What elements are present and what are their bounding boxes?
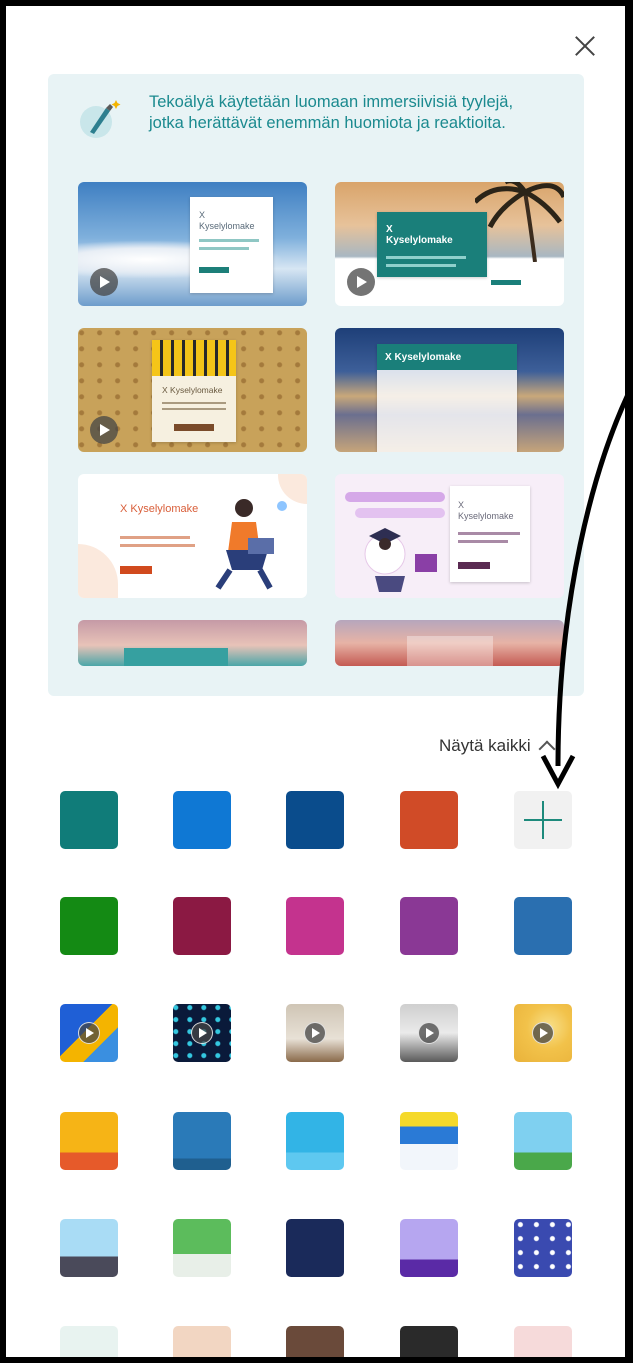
theme-thumb[interactable]	[60, 1112, 118, 1170]
theme-thumb[interactable]	[286, 1112, 344, 1170]
play-icon	[347, 268, 375, 296]
theme-thumb[interactable]	[400, 1112, 458, 1170]
ai-styles-section: Tekoälyä käytetään luomaan immersiivisiä…	[48, 74, 584, 696]
template-card[interactable]: X Kyselylomake	[78, 328, 307, 452]
theme-thumb-video[interactable]	[514, 1004, 572, 1062]
template-card[interactable]	[78, 620, 307, 666]
theme-thumb-video[interactable]	[173, 1004, 231, 1062]
play-icon	[90, 268, 118, 296]
template-card[interactable]: X Kyselylomake	[335, 328, 564, 452]
template-title: X Kyselylomake	[458, 500, 514, 521]
play-icon	[418, 1022, 440, 1044]
template-title: X Kyselylomake	[386, 224, 453, 246]
theme-thumb-video[interactable]	[60, 1004, 118, 1062]
theme-thumb[interactable]	[286, 1326, 344, 1357]
color-swatch-green[interactable]	[60, 897, 118, 955]
brush-sparkle-icon	[80, 100, 121, 138]
play-icon	[191, 1022, 213, 1044]
play-icon	[90, 416, 118, 444]
theme-thumb[interactable]	[514, 1219, 572, 1277]
palm-tree-icon	[475, 182, 564, 262]
theme-thumb[interactable]	[60, 1219, 118, 1277]
play-icon	[532, 1022, 554, 1044]
add-custom-theme-button[interactable]	[514, 791, 572, 849]
play-icon	[78, 1022, 100, 1044]
theme-thumb-video[interactable]	[286, 1004, 344, 1062]
ai-description: Tekoälyä käytetään luomaan immersiivisiä…	[149, 93, 514, 132]
theme-thumb[interactable]	[173, 1219, 231, 1277]
theme-panel: Tekoälyä käytetään luomaan immersiivisiä…	[0, 0, 633, 1363]
template-card[interactable]: X Kyselylomake	[335, 182, 564, 306]
color-swatch-navy[interactable]	[286, 791, 344, 849]
color-swatch-steel-blue[interactable]	[514, 897, 572, 955]
color-swatch-blue[interactable]	[173, 791, 231, 849]
theme-thumb[interactable]	[400, 1326, 458, 1357]
template-card[interactable]	[335, 620, 564, 666]
theme-thumb[interactable]	[514, 1112, 572, 1170]
chevron-up-icon	[538, 740, 556, 758]
play-icon	[304, 1022, 326, 1044]
color-swatch-purple[interactable]	[400, 897, 458, 955]
template-card[interactable]: X Kyselylomake	[78, 182, 307, 306]
theme-thumb-video[interactable]	[400, 1004, 458, 1062]
theme-thumb[interactable]	[173, 1326, 231, 1357]
template-title: X Kyselylomake	[162, 385, 223, 395]
theme-thumb[interactable]	[400, 1219, 458, 1277]
theme-thumb[interactable]	[60, 1326, 118, 1357]
template-card[interactable]: X Kyselylomake	[335, 474, 564, 598]
template-title: X Kyselylomake	[199, 210, 255, 231]
person-illustration-icon	[215, 499, 287, 590]
color-swatch-magenta[interactable]	[286, 897, 344, 955]
theme-thumb[interactable]	[286, 1219, 344, 1277]
color-swatch-crimson[interactable]	[173, 897, 231, 955]
template-card[interactable]: X Kyselylomake	[78, 474, 307, 598]
color-swatch-teal[interactable]	[60, 791, 118, 849]
template-title: X Kyselylomake	[120, 503, 199, 515]
template-title: X Kyselylomake	[385, 352, 462, 363]
student-illustration-icon	[364, 528, 437, 592]
theme-thumb[interactable]	[173, 1112, 231, 1170]
theme-thumb[interactable]	[514, 1326, 572, 1357]
show-all-label: Näytä kaikki	[439, 736, 531, 755]
color-swatch-orange[interactable]	[400, 791, 458, 849]
close-icon[interactable]	[569, 30, 601, 62]
show-all-toggle[interactable]: Näytä kaikki	[439, 733, 556, 759]
